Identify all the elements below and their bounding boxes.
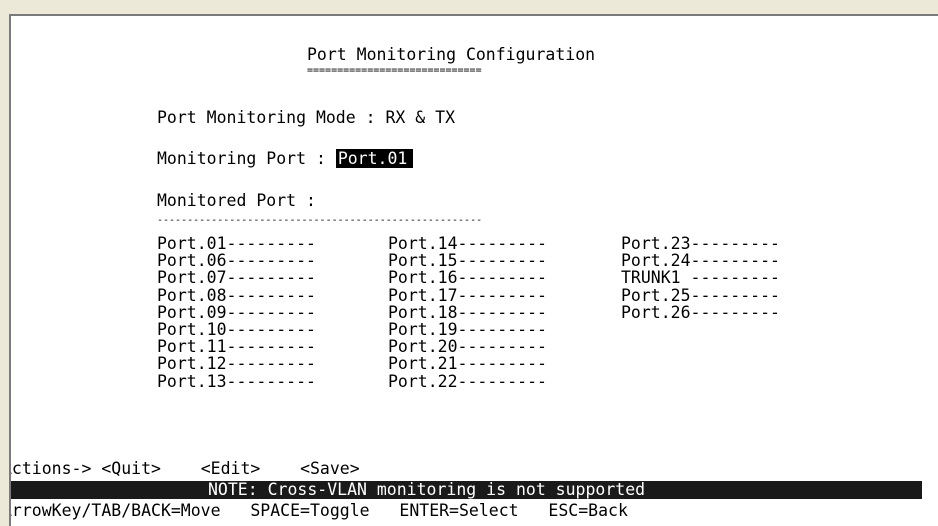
monitored-port-item[interactable]: Port.21---------	[388, 355, 547, 372]
monitored-port-item[interactable]: Port.24---------	[621, 252, 780, 269]
monitored-port-item[interactable]: Port.17---------	[388, 286, 547, 304]
terminal-screen: Port Monitoring Configuration ==========…	[9, 14, 938, 526]
monitored-port-item[interactable]: Port.18---------	[388, 304, 547, 321]
monitoring-port-row: Monitoring Port : Port.01	[157, 149, 414, 168]
monitored-port-column-3: Port.23--------- Port.24--------- TRUNK1…	[621, 235, 780, 321]
help-move: ArrowKey/TAB/BACK=Move	[9, 501, 221, 520]
monitored-port-item[interactable]: Port.12---------	[157, 355, 316, 372]
actions-bar: Actions-> <Quit> <Edit> <Save>	[9, 459, 360, 478]
help-select: ENTER=Select	[399, 501, 519, 520]
monitored-port-separator: ----------------------------------------…	[157, 215, 483, 226]
monitored-port-item[interactable]: Port.15---------	[388, 252, 547, 269]
notice-text: NOTE: Cross-VLAN monitoring is not suppo…	[208, 480, 646, 499]
monitored-port-item[interactable]: Port.07---------	[157, 269, 316, 286]
monitored-port-item[interactable]: Port.25---------	[621, 286, 780, 304]
port-monitoring-mode[interactable]: Port Monitoring Mode : RX & TX	[157, 109, 455, 127]
monitored-port-item[interactable]: Port.16---------	[388, 269, 547, 286]
title-underline: =============================	[307, 65, 482, 76]
page-title: Port Monitoring Configuration	[307, 45, 596, 64]
monitored-port-item[interactable]: Port.09---------	[157, 304, 316, 321]
monitoring-port-field[interactable]: Port.01	[335, 149, 414, 168]
monitored-port-column-1: Port.01--------- Port.06--------- Port.0…	[157, 235, 316, 390]
monitored-port-label: Monitored Port :	[157, 191, 316, 210]
terminal-window: Port Monitoring Configuration ==========…	[0, 0, 938, 526]
monitored-port-item[interactable]: Port.06---------	[157, 252, 316, 269]
monitored-port-item[interactable]: Port.26---------	[621, 304, 780, 321]
actions-prefix: Actions->	[9, 459, 92, 478]
monitored-port-item[interactable]: Port.13---------	[157, 372, 316, 390]
monitored-port-column-2: Port.14--------- Port.15--------- Port.1…	[388, 235, 547, 390]
quit-action[interactable]: <Quit>	[101, 459, 161, 478]
monitored-port-item[interactable]: Port.14---------	[388, 235, 547, 252]
monitored-port-item[interactable]: Port.23---------	[621, 235, 780, 252]
monitored-port-item[interactable]: Port.20---------	[388, 338, 547, 355]
monitored-port-item[interactable]: Port.19---------	[388, 321, 547, 338]
monitored-port-item[interactable]: Port.10---------	[157, 321, 316, 338]
monitoring-port-label: Monitoring Port :	[157, 149, 336, 168]
help-toggle: SPACE=Toggle	[250, 501, 370, 520]
monitored-port-item[interactable]: Port.08---------	[157, 286, 316, 304]
monitored-port-item[interactable]: Port.01---------	[157, 235, 316, 252]
monitored-port-item[interactable]: Port.22---------	[388, 372, 547, 390]
monitored-port-item[interactable]: Port.11---------	[157, 338, 316, 355]
edit-action[interactable]: <Edit>	[201, 459, 261, 478]
monitored-trunk-item[interactable]: TRUNK1 ---------	[621, 269, 780, 286]
save-action[interactable]: <Save>	[300, 459, 360, 478]
key-help-bar: ArrowKey/TAB/BACK=Move SPACE=Toggle ENTE…	[9, 501, 628, 520]
help-back: ESC=Back	[548, 501, 628, 520]
